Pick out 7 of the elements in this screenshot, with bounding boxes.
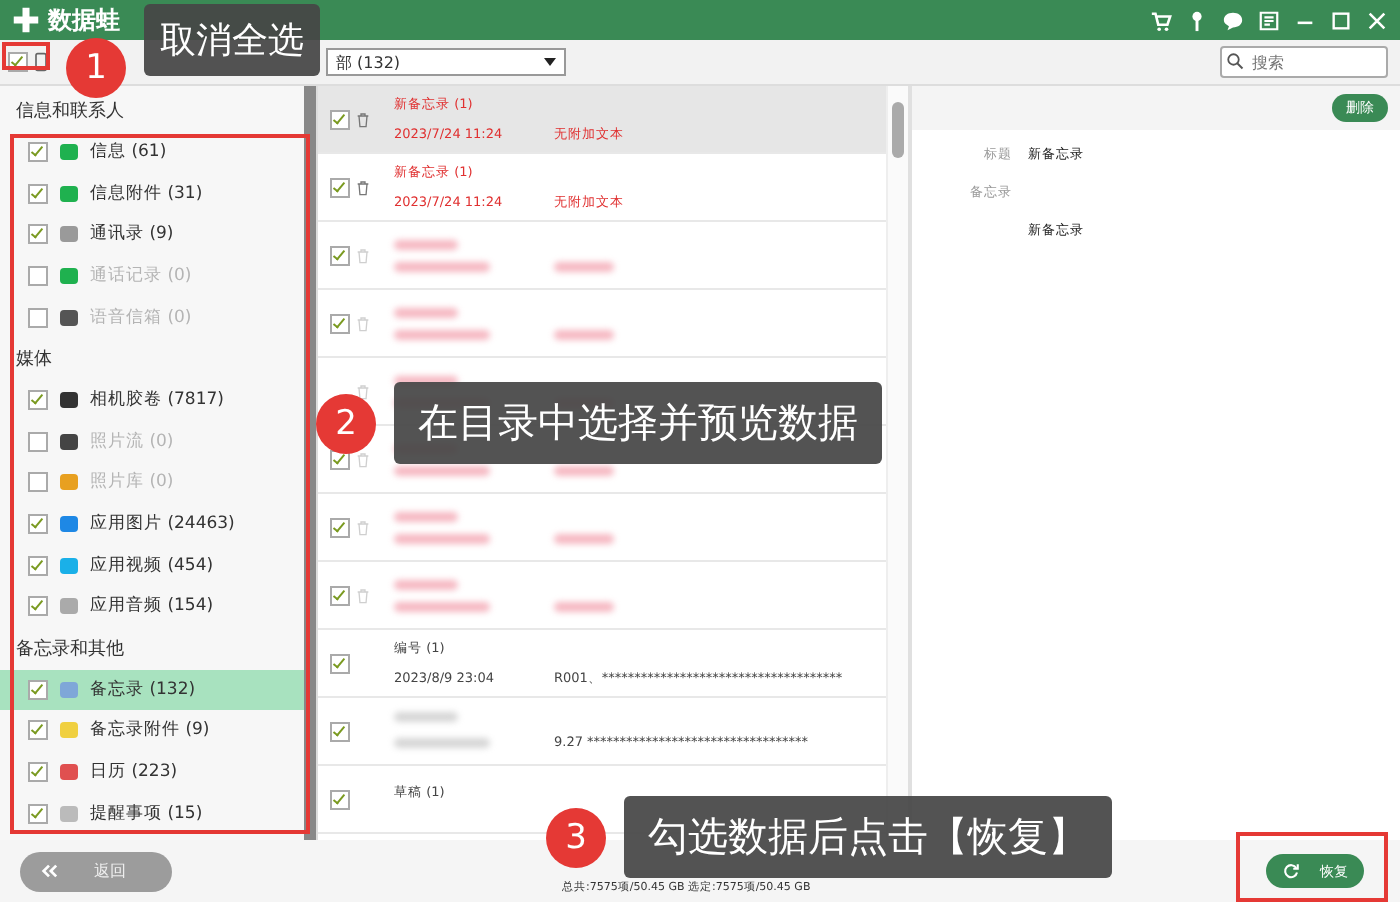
category-heading: 媒体 — [14, 347, 54, 374]
callout-tooltip: 取消全选 — [144, 4, 320, 76]
callout-tooltip: 在目录中选择并预览数据 — [394, 382, 882, 464]
category-heading: 信息和联系人 — [14, 99, 126, 126]
app-name: 数据蛙 — [48, 8, 120, 32]
callout-tooltip: 勾选数据后点击【恢复】 — [624, 796, 1112, 878]
category-heading: 备忘录和其他 — [14, 636, 126, 664]
